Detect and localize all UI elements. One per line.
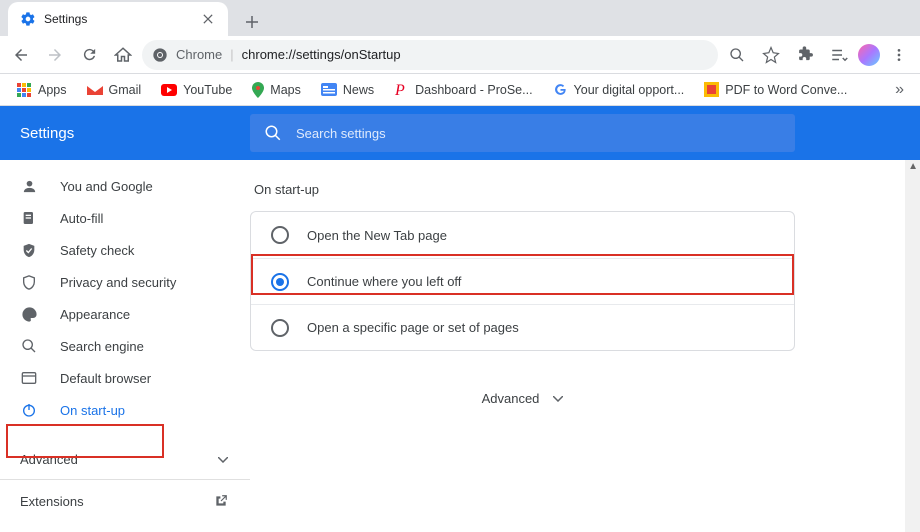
bookmark-youtube[interactable]: YouTube	[153, 77, 240, 103]
google-g-icon	[553, 82, 568, 97]
scroll-up-icon[interactable]: ▲	[908, 161, 918, 172]
person-icon	[20, 178, 38, 195]
search-placeholder: Search settings	[296, 126, 386, 141]
svg-text:P: P	[394, 82, 405, 97]
sidebar-item-appearance[interactable]: Appearance	[0, 298, 250, 330]
browser-tab[interactable]: Settings	[8, 2, 228, 36]
address-bar[interactable]: Chrome | chrome://settings/onStartup	[142, 40, 718, 70]
address-url: chrome://settings/onStartup	[242, 47, 401, 62]
search-icon	[264, 124, 282, 142]
reload-button[interactable]	[74, 40, 104, 70]
advanced-toggle-main[interactable]: Advanced	[250, 391, 795, 406]
tab-close-button[interactable]	[200, 11, 216, 27]
gmail-icon	[87, 84, 103, 96]
reading-list-icon[interactable]	[824, 40, 854, 70]
kebab-menu-button[interactable]	[884, 40, 914, 70]
search-icon	[20, 338, 38, 354]
settings-sidebar: You and Google Auto-fill Safety check Pr…	[0, 160, 250, 532]
bookmarks-overflow-button[interactable]: »	[887, 81, 912, 99]
settings-main: On start-up Open the New Tab page Contin…	[250, 160, 920, 532]
browser-icon	[20, 371, 38, 385]
sidebar-advanced-toggle[interactable]: Advanced	[0, 440, 250, 480]
shield-icon	[20, 274, 38, 291]
forward-button[interactable]	[40, 40, 70, 70]
site-icon	[152, 47, 168, 63]
apps-grid-icon	[16, 82, 32, 98]
radio-unchecked-icon	[271, 319, 289, 337]
back-button[interactable]	[6, 40, 36, 70]
shield-check-icon	[20, 242, 38, 259]
option-continue[interactable]: Continue where you left off	[251, 258, 794, 304]
home-button[interactable]	[108, 40, 138, 70]
section-title: On start-up	[254, 182, 892, 197]
power-icon	[20, 402, 38, 418]
news-icon	[321, 83, 337, 96]
sidebar-item-privacy[interactable]: Privacy and security	[0, 266, 250, 298]
settings-header: Settings Search settings	[0, 106, 920, 160]
bookmark-star-icon[interactable]	[756, 40, 786, 70]
pinterest-icon: P	[394, 82, 409, 97]
sidebar-item-default-browser[interactable]: Default browser	[0, 362, 250, 394]
sidebar-item-safety-check[interactable]: Safety check	[0, 234, 250, 266]
bookmark-pdf[interactable]: PDF to Word Conve...	[696, 77, 855, 103]
autofill-icon	[20, 210, 38, 226]
chevron-down-icon	[553, 396, 563, 402]
bookmark-apps[interactable]: Apps	[8, 77, 75, 103]
profile-avatar[interactable]	[858, 44, 880, 66]
bookmark-dashboard[interactable]: P Dashboard - ProSe...	[386, 77, 540, 103]
bookmark-maps[interactable]: Maps	[244, 77, 309, 103]
bookmark-news[interactable]: News	[313, 77, 382, 103]
option-specific-pages[interactable]: Open a specific page or set of pages	[251, 304, 794, 350]
bookmark-digital-opport[interactable]: Your digital opport...	[545, 77, 693, 103]
sidebar-item-on-startup[interactable]: On start-up	[0, 394, 250, 426]
bookmark-gmail[interactable]: Gmail	[79, 77, 150, 103]
sidebar-item-autofill[interactable]: Auto-fill	[0, 202, 250, 234]
tab-title: Settings	[44, 12, 87, 26]
sidebar-about-link[interactable]: About Chrome	[0, 522, 250, 532]
address-origin: Chrome	[176, 47, 222, 62]
browser-toolbar: Chrome | chrome://settings/onStartup	[0, 36, 920, 74]
sidebar-extensions-link[interactable]: Extensions	[0, 480, 250, 522]
sidebar-item-search-engine[interactable]: Search engine	[0, 330, 250, 362]
radio-unchecked-icon	[271, 226, 289, 244]
gear-icon	[20, 11, 36, 27]
external-link-icon	[214, 494, 228, 508]
bookmarks-bar: Apps Gmail YouTube Maps News P Dashboard…	[0, 74, 920, 106]
sidebar-item-you-and-google[interactable]: You and Google	[0, 170, 250, 202]
chevron-down-icon	[218, 457, 228, 463]
vertical-scrollbar[interactable]	[905, 160, 920, 532]
option-new-tab[interactable]: Open the New Tab page	[251, 212, 794, 258]
startup-options-card: Open the New Tab page Continue where you…	[250, 211, 795, 351]
pdf-icon	[704, 82, 719, 97]
new-tab-button[interactable]	[238, 8, 266, 36]
settings-title: Settings	[0, 125, 250, 142]
extensions-icon[interactable]	[790, 40, 820, 70]
zoom-icon[interactable]	[722, 40, 752, 70]
palette-icon	[20, 306, 38, 323]
tab-strip: Settings	[0, 0, 920, 36]
maps-pin-icon	[252, 82, 264, 98]
settings-search-input[interactable]: Search settings	[250, 114, 795, 152]
radio-checked-icon	[271, 273, 289, 291]
youtube-icon	[161, 84, 177, 96]
